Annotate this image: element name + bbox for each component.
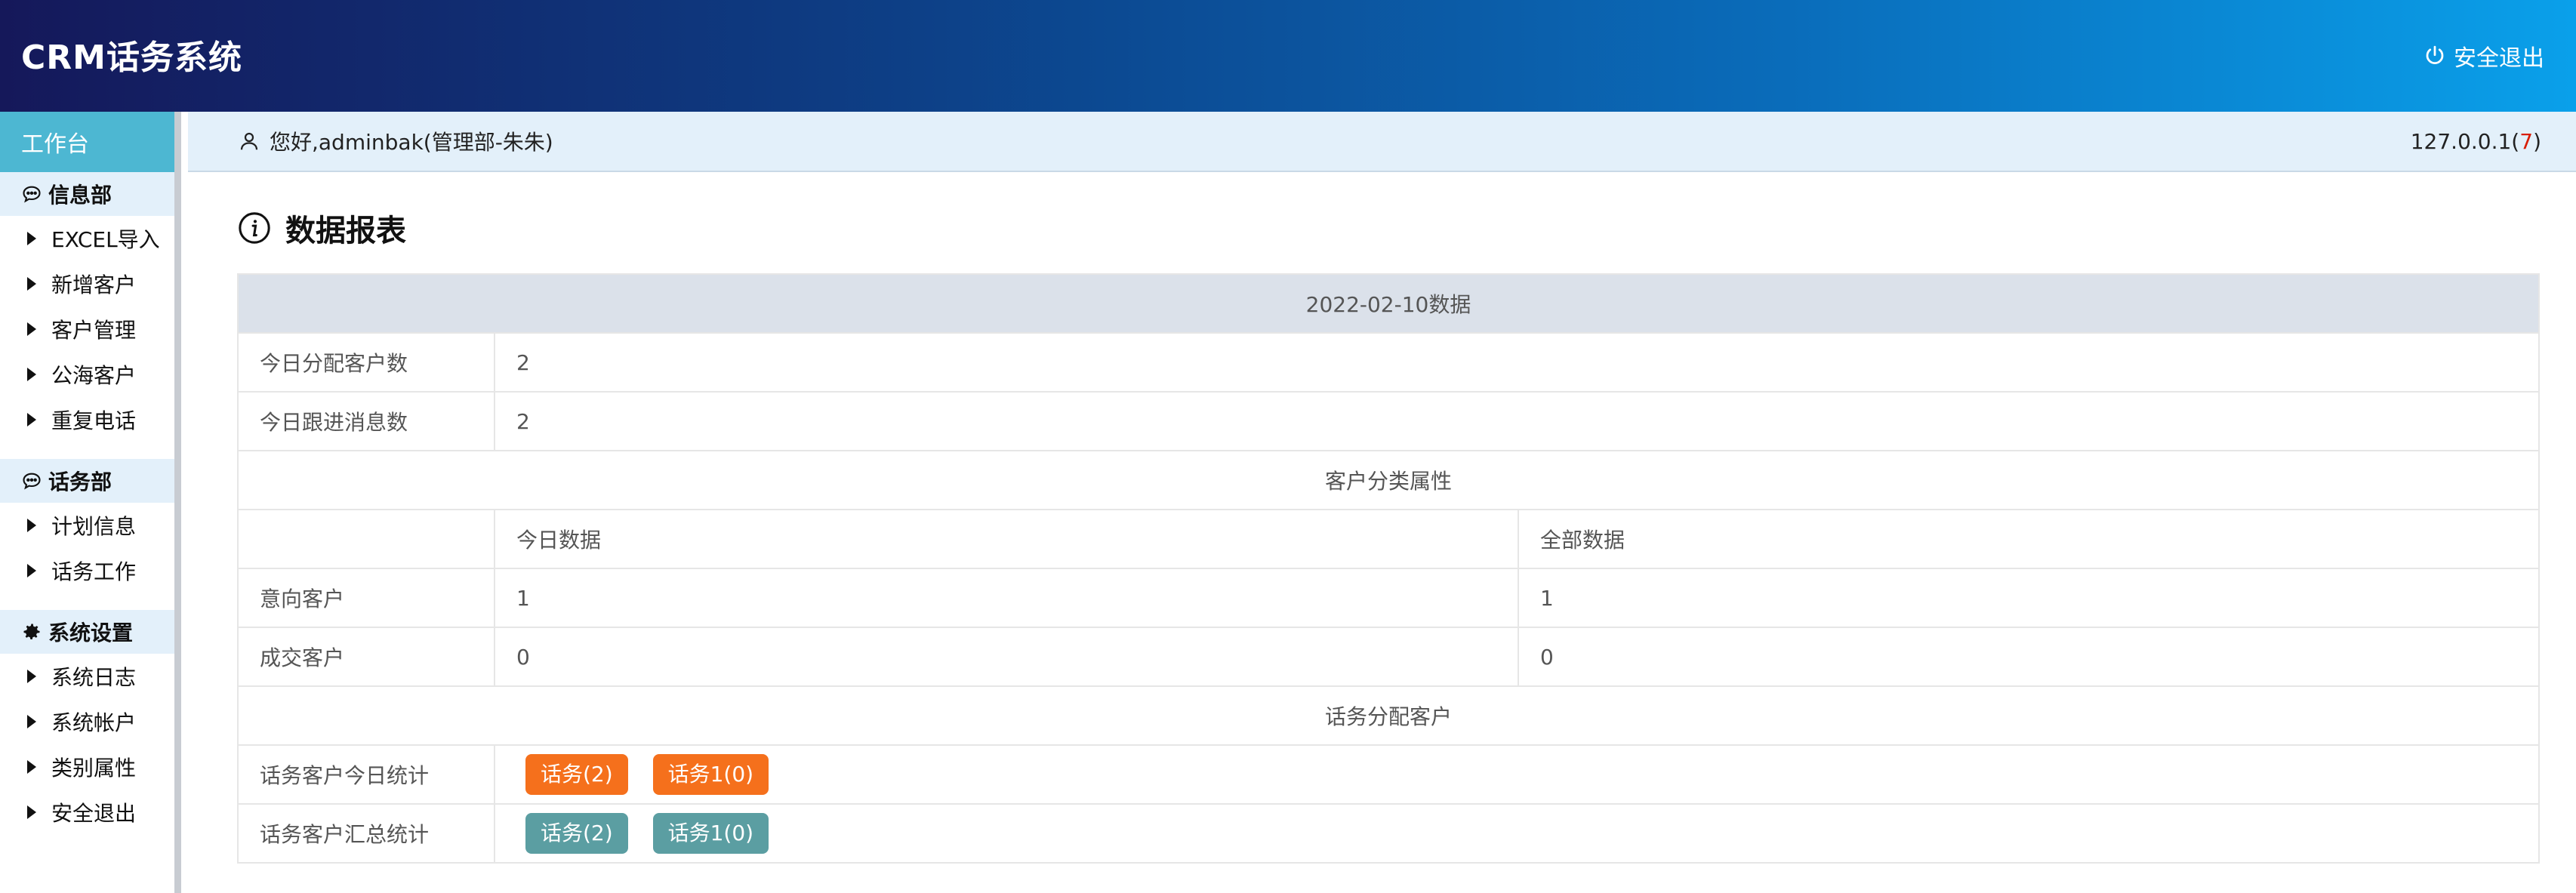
caret-right-icon [27, 519, 36, 532]
menu-label: EXCEL导入 [51, 227, 160, 252]
row-label: 成交客户 [237, 627, 495, 687]
ip-info: 127.0.0.1(7) [2411, 129, 2541, 154]
ip-close: ) [2533, 128, 2541, 154]
sidebar-item-public-customers[interactable]: 公海客户 [0, 352, 174, 397]
caret-right-icon [27, 670, 36, 683]
sidebar: 工作台 信息部 EXCEL导入 新增客户 客户管理 公海客户 重复电话 话务部 … [0, 112, 181, 893]
logout-label: 安全退出 [2454, 45, 2544, 72]
sidebar-item-call-work[interactable]: 话务工作 [0, 548, 174, 593]
greeting-text: 您好,adminbak(管理部-朱朱) [270, 130, 553, 155]
caret-right-icon [27, 805, 36, 819]
page-title-text: 数据报表 [285, 214, 406, 248]
menu-label: 系统帐户 [51, 710, 137, 735]
row-label: 话务客户汇总统计 [237, 803, 495, 864]
sidebar-item-excel-import[interactable]: EXCEL导入 [0, 216, 174, 261]
column-header-today: 今日数据 [494, 509, 1519, 569]
table-row: 话务分配客户 [237, 685, 2540, 746]
section-title: 信息部 [48, 183, 112, 208]
menu-label: 系统日志 [51, 665, 137, 690]
top-header: CRM话务系统 安全退出 [0, 0, 2576, 112]
user-icon [240, 132, 258, 150]
menu-label: 新增客户 [51, 273, 137, 297]
row-label: 今日分配客户数 [237, 332, 495, 393]
table-row: 今日数据 全部数据 [237, 509, 2540, 569]
row-value-today: 0 [494, 627, 1519, 687]
menu-label: 客户管理 [51, 318, 137, 343]
table-row: 客户分类属性 [237, 450, 2540, 510]
section-header-category: 客户分类属性 [237, 450, 2540, 510]
row-value-all: 1 [1518, 568, 2540, 628]
section-title: 系统设置 [48, 620, 134, 645]
row-value: 2 [494, 391, 2540, 451]
menu-label: 计划信息 [51, 514, 137, 539]
caret-right-icon [27, 277, 36, 291]
caret-right-icon [27, 564, 36, 577]
app-brand: CRM话务系统 [21, 38, 242, 77]
row-label: 意向客户 [237, 568, 495, 628]
table-row: 今日分配客户数 2 [237, 332, 2540, 393]
row-label: 话务客户今日统计 [237, 744, 495, 805]
chat-icon [23, 473, 41, 490]
date-header: 2022-02-10数据 [237, 273, 2540, 334]
sidebar-item-customer-management[interactable]: 客户管理 [0, 306, 174, 352]
caret-right-icon [27, 760, 36, 774]
row-value-today: 1 [494, 568, 1519, 628]
table-row: 话务客户今日统计 话务(2) 话务1(0) [237, 744, 2540, 805]
user-info-bar: 您好,adminbak(管理部-朱朱) 127.0.0.1(7) [188, 112, 2576, 172]
sidebar-item-category-attributes[interactable]: 类别属性 [0, 744, 174, 790]
sidebar-section-call[interactable]: 话务部 [0, 459, 174, 503]
info-circle-icon [239, 212, 270, 244]
gear-icon [23, 624, 40, 640]
row-value: 2 [494, 332, 2540, 393]
sidebar-section-info[interactable]: 信息部 [0, 172, 174, 216]
power-icon [2426, 45, 2444, 64]
caret-right-icon [27, 715, 36, 728]
caret-right-icon [27, 232, 36, 245]
row-label: 今日跟进消息数 [237, 391, 495, 451]
sidebar-item-duplicate-phones[interactable]: 重复电话 [0, 397, 174, 442]
page-title: 数据报表 [237, 205, 2540, 251]
main-content: 数据报表 2022-02-10数据 今日分配客户数 2 今日跟进消息数 2 客户… [237, 172, 2540, 864]
total-stats-button-agent[interactable]: 话务(2) [525, 813, 628, 854]
total-stats-button-agent1[interactable]: 话务1(0) [652, 813, 769, 854]
sidebar-section-settings[interactable]: 系统设置 [0, 610, 174, 654]
caret-right-icon [27, 322, 36, 336]
sidebar-item-logout[interactable]: 安全退出 [0, 790, 174, 835]
sidebar-item-add-customer[interactable]: 新增客户 [0, 261, 174, 306]
menu-label: 类别属性 [51, 756, 137, 781]
sidebar-item-system-log[interactable]: 系统日志 [0, 654, 174, 699]
logout-button[interactable]: 安全退出 [2423, 39, 2544, 72]
menu-label: 公海客户 [51, 363, 137, 388]
report-table: 2022-02-10数据 今日分配客户数 2 今日跟进消息数 2 客户分类属性 … [237, 273, 2540, 864]
sidebar-item-plan-info[interactable]: 计划信息 [0, 503, 174, 548]
ip-text: 127.0.0.1( [2410, 128, 2520, 154]
today-stats-button-agent1[interactable]: 话务1(0) [652, 754, 769, 795]
caret-right-icon [27, 368, 36, 381]
menu-label: 话务工作 [51, 559, 137, 584]
sidebar-item-system-accounts[interactable]: 系统帐户 [0, 699, 174, 744]
menu-label: 重复电话 [51, 408, 137, 433]
column-header-all: 全部数据 [1518, 509, 2540, 569]
login-count: 7 [2519, 128, 2534, 154]
section-title: 话务部 [48, 470, 112, 494]
row-value-all: 0 [1518, 627, 2540, 687]
sidebar-item-workbench[interactable]: 工作台 [0, 112, 174, 172]
table-row: 意向客户 1 1 [237, 568, 2540, 628]
chat-icon [23, 186, 41, 203]
today-stats-buttons: 话务(2) 话务1(0) [494, 744, 2540, 805]
caret-right-icon [27, 413, 36, 426]
total-stats-buttons: 话务(2) 话务1(0) [494, 803, 2540, 864]
menu-label: 安全退出 [51, 801, 137, 826]
today-stats-button-agent[interactable]: 话务(2) [525, 754, 628, 795]
table-row: 2022-02-10数据 [237, 273, 2540, 334]
table-row: 成交客户 0 0 [237, 627, 2540, 687]
table-row: 话务客户汇总统计 话务(2) 话务1(0) [237, 803, 2540, 864]
empty-cell [237, 509, 495, 569]
table-row: 今日跟进消息数 2 [237, 391, 2540, 451]
user-greeting: 您好,adminbak(管理部-朱朱) [238, 126, 553, 156]
section-header-assign: 话务分配客户 [237, 685, 2540, 746]
